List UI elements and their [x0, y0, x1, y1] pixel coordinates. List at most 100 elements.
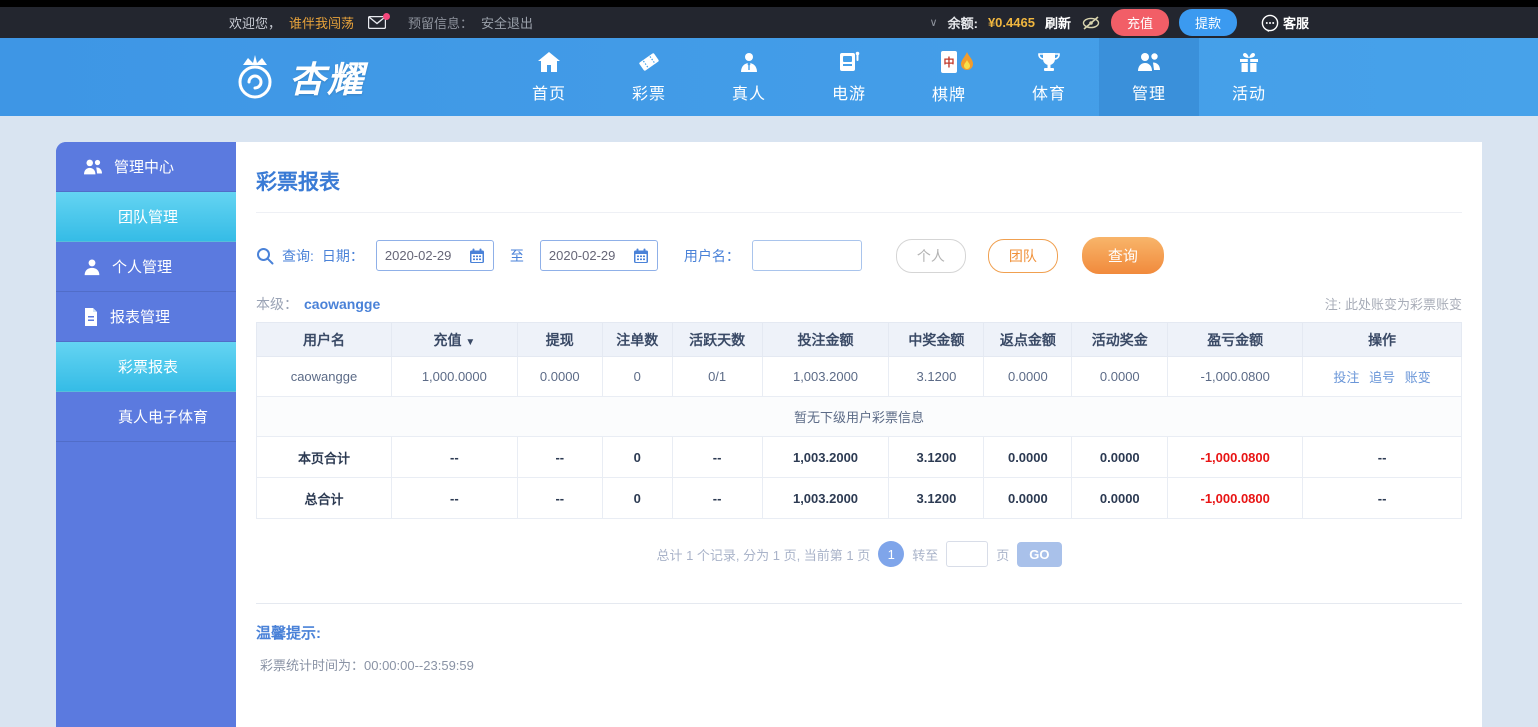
welcome-text: 欢迎您，: [229, 16, 282, 31]
brand-logo[interactable]: 杏耀: [229, 51, 499, 103]
current-level-user-link[interactable]: caowangge: [304, 296, 380, 312]
sidebar-item-management-center[interactable]: 管理中心: [56, 142, 236, 192]
customer-service-button[interactable]: 客服: [1261, 13, 1309, 32]
hide-balance-icon[interactable]: [1081, 15, 1101, 31]
sidebar-item-label: 彩票报表: [118, 359, 179, 376]
nav-label: 电游: [831, 85, 866, 103]
page-total-activity: 0.0000: [1071, 436, 1169, 478]
date-label: 日期：: [321, 247, 364, 264]
page-body: 管理中心 团队管理 个人管理 报表管理 彩票报表 真人电子体育 彩票报表 查询:…: [0, 116, 1538, 727]
header-username: 用户名: [256, 322, 392, 357]
nav-label: 活动: [1231, 85, 1266, 103]
refresh-balance-link[interactable]: 刷新: [1045, 13, 1071, 32]
page-total-orders: 0: [601, 436, 673, 478]
header-activity-bonus: 活动奖金: [1071, 322, 1169, 357]
crown-emblem-icon: [238, 55, 272, 99]
page-title: 彩票报表: [256, 142, 1462, 213]
tips-stat-time: 彩票统计时间为：00:00:00--23:59:59: [260, 658, 474, 673]
goto-page-input[interactable]: [946, 541, 989, 567]
team-filter-button[interactable]: 团队: [987, 238, 1058, 273]
header-actions: 操作: [1302, 322, 1462, 357]
row-actions: 投注 追号 账变: [1302, 356, 1462, 397]
header-recharge-sort[interactable]: 充值 ▼: [390, 322, 518, 357]
bet-records-link[interactable]: 投注: [1333, 370, 1359, 385]
chat-bubble-icon: [1261, 14, 1279, 32]
sort-desc-icon: ▼: [465, 336, 476, 348]
top-account-bar: 欢迎您， 谁伴我闯荡 预留信息： 安全退出 ∨ 余额: ¥0.4465 刷新 充…: [0, 0, 1538, 38]
brand-name: 杏耀: [289, 59, 366, 100]
nav-label: 首页: [531, 85, 566, 103]
date-to-input[interactable]: [548, 248, 627, 263]
account-change-link[interactable]: 账变: [1405, 370, 1431, 385]
nav-item-home[interactable]: 首页: [499, 38, 599, 116]
calendar-icon[interactable]: [633, 248, 649, 264]
nav-item-activities[interactable]: 活动: [1199, 38, 1299, 116]
nav-item-lottery[interactable]: 彩票: [599, 38, 699, 116]
sidebar-item-label: 团队管理: [118, 209, 179, 226]
mahjong-tile-icon: 中: [941, 50, 957, 73]
main-navbar: 杏耀 首页 彩票 真人 电游 中 棋牌 体育 管理 活动: [0, 38, 1538, 116]
row-username-link[interactable]: caowangge: [256, 356, 392, 397]
row-win-amount: 3.1200: [888, 356, 985, 397]
chevron-down-icon[interactable]: ∨: [930, 16, 938, 29]
recharge-button[interactable]: 充值: [1110, 9, 1169, 36]
grand-total-rebate: 0.0000: [983, 477, 1073, 519]
go-button[interactable]: GO: [1017, 541, 1062, 567]
pagination-summary: 总计 1 个记录, 分为 1 页, 当前第 1 页: [656, 547, 871, 563]
row-bet-amount: 1,003.2000: [761, 356, 890, 397]
empty-row: 暂无下级用户彩票信息: [256, 396, 1462, 437]
row-active-days: 0/1: [671, 356, 763, 397]
nav-item-board-games[interactable]: 中 棋牌: [899, 38, 999, 116]
username-input[interactable]: [751, 240, 862, 271]
balance-value: ¥0.4465: [987, 15, 1035, 30]
account-change-note: 注: 此处账变为彩票账变: [1324, 297, 1462, 312]
page-total-label: 本页合计: [256, 436, 392, 478]
grand-total-activity: 0.0000: [1071, 477, 1169, 519]
nav-label: 真人: [731, 85, 766, 103]
sidebar-item-lottery-report[interactable]: 彩票报表: [56, 342, 236, 392]
pagination: 总计 1 个记录, 分为 1 页, 当前第 1 页 1 转至 页 GO: [256, 541, 1462, 567]
page-total-profit: -1,000.0800: [1167, 436, 1304, 478]
sidebar-item-live-electronic-sports[interactable]: 真人电子体育: [56, 392, 236, 442]
nav-label: 体育: [1031, 85, 1066, 103]
search-filter-bar: 查询: 日期： 至 用户名： 个人 团队 查询: [256, 237, 1462, 274]
grand-total-bet: 1,003.2000: [761, 477, 890, 519]
nav-item-egames[interactable]: 电游: [799, 38, 899, 116]
grand-total-win: 3.1200: [888, 477, 985, 519]
date-from-field[interactable]: [375, 240, 494, 271]
row-orders: 0: [601, 356, 673, 397]
query-label: 查询:: [282, 247, 314, 264]
row-activity-bonus: 0.0000: [1071, 356, 1169, 397]
level-row: 本级： caowangge 注: 此处账变为彩票账变: [256, 294, 1462, 314]
customer-service-label: 客服: [1282, 16, 1309, 31]
personal-filter-button[interactable]: 个人: [895, 238, 966, 273]
page-number-button[interactable]: 1: [878, 541, 905, 567]
grand-total-recharge: --: [390, 477, 518, 519]
header-rebate-amount: 返点金额: [983, 322, 1073, 357]
page-total-rebate: 0.0000: [983, 436, 1073, 478]
sidebar-item-personal-management[interactable]: 个人管理: [56, 242, 236, 292]
date-to-field[interactable]: [539, 240, 658, 271]
sidebar-item-team-management[interactable]: 团队管理: [56, 192, 236, 242]
hot-flame-icon: [961, 52, 973, 70]
search-button[interactable]: 查询: [1081, 237, 1164, 274]
username-link[interactable]: 谁伴我闯荡: [289, 13, 354, 32]
chase-number-link[interactable]: 追号: [1369, 370, 1395, 385]
grand-total-active-days: --: [671, 477, 763, 519]
logout-link[interactable]: 安全退出: [481, 13, 533, 32]
tips-title: 温馨提示:: [256, 625, 321, 642]
nav-item-live[interactable]: 真人: [699, 38, 799, 116]
header-orders: 注单数: [601, 322, 673, 357]
nav-item-management[interactable]: 管理: [1099, 38, 1199, 116]
row-profit: -1,000.0800: [1167, 356, 1304, 397]
sidebar-item-label: 个人管理: [112, 259, 173, 276]
date-from-input[interactable]: [384, 248, 463, 263]
user-icon: [84, 258, 100, 275]
balance-label: 余额:: [947, 16, 978, 31]
svg-text:中: 中: [944, 55, 955, 69]
calendar-icon[interactable]: [469, 248, 485, 264]
nav-item-sports[interactable]: 体育: [999, 38, 1099, 116]
withdraw-button[interactable]: 提款: [1178, 9, 1237, 36]
mail-icon[interactable]: [368, 13, 391, 29]
sidebar-item-report-management[interactable]: 报表管理: [56, 292, 236, 342]
